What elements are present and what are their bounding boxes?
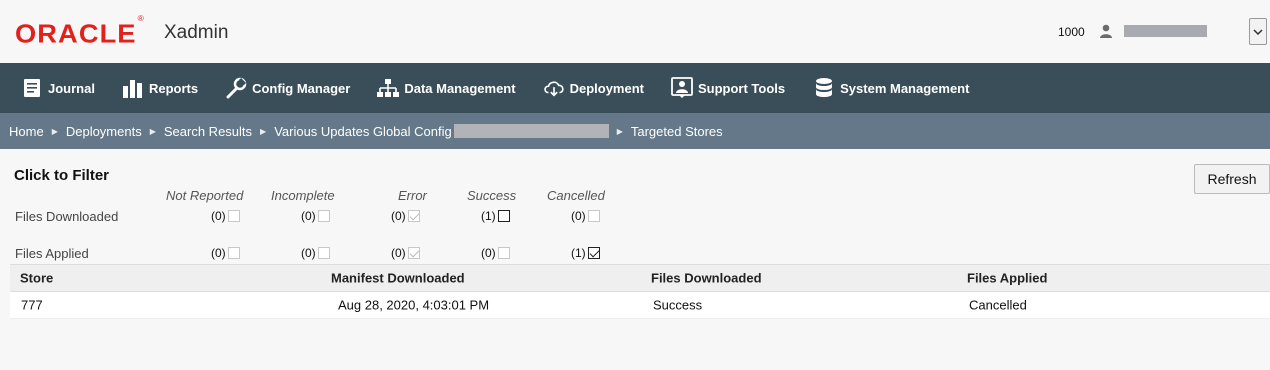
filter-applied-incomplete[interactable]: (0): [301, 246, 330, 260]
filter-count: (0): [481, 246, 496, 260]
nav-label-support-tools: Support Tools: [697, 80, 786, 96]
wrench-icon: [225, 77, 247, 99]
col-header-files-downloaded[interactable]: Files Downloaded: [651, 271, 762, 286]
breadcrumb-deployment-name[interactable]: Various Updates Global Config: [274, 124, 452, 139]
filter-checkbox[interactable]: [227, 210, 240, 222]
breadcrumb-separator-icon: ▶: [51, 126, 58, 136]
filter-downloaded-cancelled[interactable]: (0): [571, 209, 600, 223]
nav-item-reports[interactable]: Reports: [122, 63, 198, 113]
main-nav: Journal Reports Config Manager Data Mana…: [0, 63, 1270, 113]
database-icon: [813, 77, 835, 99]
filter-checkbox[interactable]: [407, 247, 420, 259]
filter-title: Click to Filter: [14, 167, 110, 184]
filter-checkbox[interactable]: [587, 247, 600, 259]
filter-count: (0): [211, 246, 226, 260]
user-menu-dropdown[interactable]: [1249, 18, 1267, 45]
filter-checkbox[interactable]: [497, 210, 510, 222]
filter-applied-not-reported[interactable]: (0): [211, 246, 240, 260]
filter-col-cancelled: Cancelled: [547, 188, 605, 203]
filter-applied-success[interactable]: (0): [481, 246, 510, 260]
refresh-button[interactable]: Refresh: [1194, 164, 1270, 194]
username-redacted: [1124, 25, 1207, 37]
table-header: Store Manifest Downloaded Files Download…: [10, 264, 1270, 292]
breadcrumb-home[interactable]: Home: [9, 124, 44, 139]
breadcrumb-separator-icon: ▶: [260, 126, 267, 136]
filter-checkbox[interactable]: [227, 247, 240, 259]
filter-applied-cancelled[interactable]: (1): [571, 246, 600, 260]
table-row[interactable]: 777 Aug 28, 2020, 4:03:01 PM Success Can…: [10, 292, 1270, 319]
filter-count: (1): [481, 209, 496, 223]
nav-item-deployment[interactable]: Deployment: [543, 63, 644, 113]
filter-row-files-downloaded: Files Downloaded: [15, 209, 119, 224]
bar-chart-icon: [122, 77, 144, 99]
breadcrumb-separator-icon: ▶: [149, 126, 156, 136]
filter-downloaded-error[interactable]: (0): [391, 209, 420, 223]
store-number: 1000: [1058, 25, 1085, 39]
filter-row-files-applied: Files Applied: [15, 246, 89, 261]
hierarchy-icon: [377, 77, 400, 99]
filter-checkbox[interactable]: [407, 210, 420, 222]
filter-count: (0): [571, 209, 586, 223]
breadcrumb-redacted: [453, 124, 609, 138]
cell-store: 777: [21, 297, 43, 313]
cell-files-applied: Cancelled: [969, 297, 1027, 313]
col-header-store[interactable]: Store: [20, 271, 53, 286]
nav-label-deployment: Deployment: [569, 80, 644, 96]
breadcrumb-deployments[interactable]: Deployments: [66, 124, 142, 139]
filter-checkbox[interactable]: [587, 210, 600, 222]
nav-item-support-tools[interactable]: Support Tools: [671, 63, 785, 113]
oracle-logo: ORACLE®: [15, 14, 145, 49]
journal-icon: [21, 77, 43, 99]
filter-col-error: Error: [398, 188, 427, 203]
col-header-files-applied[interactable]: Files Applied: [967, 271, 1047, 286]
nav-label-system-management: System Management: [840, 80, 970, 96]
filter-count: (0): [301, 246, 316, 260]
app-name: Xadmin: [164, 22, 229, 43]
breadcrumb-separator-icon: ▶: [616, 126, 623, 136]
nav-item-data-management[interactable]: Data Management: [377, 63, 516, 113]
breadcrumb: Home ▶ Deployments ▶ Search Results ▶ Va…: [0, 113, 1270, 149]
nav-label-data-management: Data Management: [404, 80, 516, 96]
filter-count: (0): [391, 246, 406, 260]
col-header-manifest-downloaded[interactable]: Manifest Downloaded: [331, 271, 465, 286]
stores-table: Store Manifest Downloaded Files Download…: [10, 264, 1270, 319]
nav-label-config-manager: Config Manager: [252, 80, 351, 96]
nav-item-system-management[interactable]: System Management: [813, 63, 969, 113]
nav-item-journal[interactable]: Journal: [21, 63, 95, 113]
breadcrumb-targeted-stores: Targeted Stores: [630, 123, 723, 139]
filter-checkbox[interactable]: [317, 210, 330, 222]
nav-label-journal: Journal: [48, 80, 95, 96]
cell-files-downloaded: Success: [653, 297, 703, 313]
chevron-down-icon: [1253, 28, 1263, 35]
filter-checkbox[interactable]: [317, 247, 330, 259]
filter-downloaded-not-reported[interactable]: (0): [211, 209, 240, 223]
cell-manifest-downloaded: Aug 28, 2020, 4:03:01 PM: [338, 297, 490, 313]
filter-col-incomplete: Incomplete: [271, 188, 335, 203]
filter-count: (0): [301, 209, 316, 223]
filter-count: (0): [211, 209, 226, 223]
filter-applied-error[interactable]: (0): [391, 246, 420, 260]
nav-item-config-manager[interactable]: Config Manager: [225, 63, 350, 113]
breadcrumb-search-results[interactable]: Search Results: [164, 124, 252, 139]
filter-count: (0): [391, 209, 406, 223]
user-icon: [1100, 24, 1112, 38]
filter-checkbox[interactable]: [497, 247, 510, 259]
filter-downloaded-success[interactable]: (1): [481, 209, 510, 223]
filter-col-success: Success: [467, 188, 517, 203]
filter-count: (1): [571, 246, 586, 260]
cloud-download-icon: [543, 77, 565, 99]
filter-col-not-reported: Not Reported: [166, 188, 244, 203]
filter-downloaded-incomplete[interactable]: (0): [301, 209, 330, 223]
nav-label-reports: Reports: [148, 80, 199, 96]
app-header: ORACLE® Xadmin 1000: [0, 0, 1270, 63]
support-person-icon: [671, 77, 693, 99]
